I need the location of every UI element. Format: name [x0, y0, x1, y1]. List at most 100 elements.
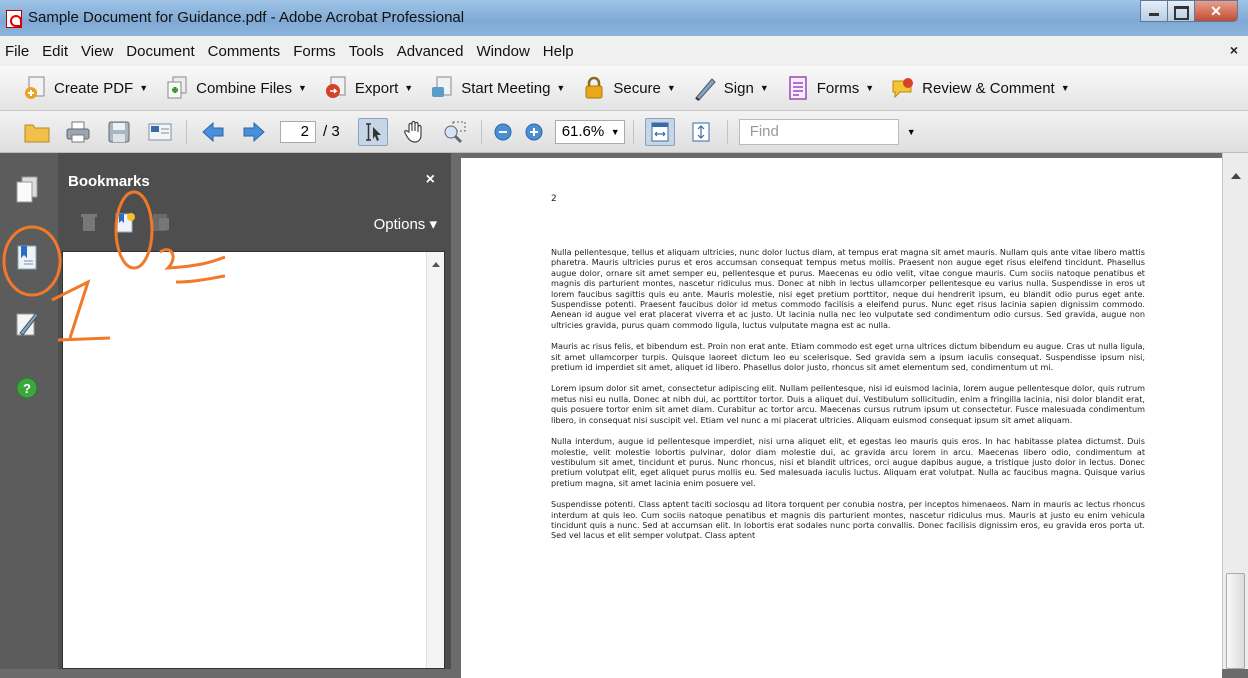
acrobat-app-icon [6, 10, 22, 28]
review-comment-button[interactable]: Review & Comment ▼ [890, 75, 1070, 101]
menu-tools[interactable]: Tools [346, 41, 387, 62]
menu-comments[interactable]: Comments [205, 41, 284, 62]
chevron-down-icon: ▼ [298, 83, 307, 93]
menu-view[interactable]: View [78, 41, 116, 62]
lock-icon [581, 75, 607, 101]
close-window-button[interactable]: ✕ [1194, 0, 1238, 22]
print-icon[interactable] [63, 118, 93, 146]
start-meeting-button[interactable]: Start Meeting ▼ [429, 75, 565, 101]
secure-button[interactable]: Secure ▼ [581, 75, 676, 101]
fit-page-icon[interactable] [686, 118, 716, 146]
chevron-down-icon: ▼ [1060, 83, 1070, 93]
toolbar-separator [632, 119, 634, 144]
document-paragraph: Lorem ipsum dolor sit amet, consectetur … [551, 383, 1145, 425]
menu-window[interactable]: Window [473, 41, 532, 62]
hand-tool-icon[interactable] [399, 118, 429, 146]
bookmarks-toolbar [78, 211, 172, 233]
forms-label: Forms [816, 79, 860, 97]
expand-bookmark-icon[interactable] [150, 211, 172, 233]
chevron-down-icon: ▼ [404, 83, 414, 93]
combine-files-label: Combine Files [196, 79, 292, 97]
chevron-down-icon: ▼ [556, 83, 566, 93]
bookmarks-options-menu[interactable]: Options ▾ [374, 215, 437, 233]
pages-panel-icon[interactable] [14, 175, 42, 205]
chevron-down-icon: ▼ [139, 83, 149, 93]
start-meeting-icon [429, 75, 455, 101]
toolbar-separator [480, 119, 482, 144]
marquee-zoom-icon[interactable] [440, 118, 470, 146]
menu-help[interactable]: Help [540, 41, 577, 62]
review-comment-icon [890, 75, 916, 101]
select-text-tool-icon[interactable] [357, 117, 388, 146]
sign-label: Sign [723, 79, 754, 97]
maximize-button[interactable] [1167, 0, 1195, 22]
page-total-label: / 3 [323, 123, 340, 140]
navigation-pane-rail: ? [0, 153, 58, 669]
close-bookmarks-button[interactable]: × [426, 171, 435, 189]
email-icon[interactable] [145, 118, 175, 146]
pen-icon [692, 75, 718, 101]
document-paragraph: Suspendisse potenti. Class aptent taciti… [551, 499, 1145, 541]
toolbar-separator [186, 119, 187, 144]
bookmarks-panel-icon[interactable] [14, 243, 42, 273]
bookmarks-panel: Bookmarks × Options ▾ [58, 153, 451, 669]
fit-width-icon[interactable] [644, 117, 675, 146]
review-comment-label: Review & Comment [922, 79, 1055, 97]
bookmarks-scrollbar[interactable] [426, 252, 444, 668]
find-input[interactable]: Find [738, 118, 899, 145]
delete-bookmark-icon[interactable] [78, 211, 100, 233]
minimize-button[interactable] [1140, 0, 1168, 22]
tasks-toolbar: Create PDF ▼ Combine Files ▼ Export ▼ St… [0, 66, 1248, 111]
combine-files-button[interactable]: Combine Files ▼ [164, 75, 307, 101]
chevron-down-icon[interactable]: ▼ [907, 127, 916, 137]
menu-file[interactable]: File [2, 41, 32, 62]
export-button[interactable]: Export ▼ [323, 75, 413, 101]
chevron-down-icon: ▼ [610, 126, 620, 137]
combine-files-icon [164, 75, 190, 101]
start-meeting-label: Start Meeting [461, 79, 551, 97]
menu-bar: File Edit View Document Comments Forms T… [0, 36, 1248, 66]
menu-edit[interactable]: Edit [39, 41, 71, 62]
title-bar: Sample Document for Guidance.pdf - Adobe… [0, 0, 1248, 36]
document-paragraph: Mauris ac risus felis, et bibendum est. … [551, 341, 1145, 373]
window-title: Sample Document for Guidance.pdf - Adobe… [28, 9, 465, 26]
document-paragraph: Nulla interdum, augue id pellentesque im… [551, 436, 1145, 488]
zoom-out-icon[interactable] [493, 118, 513, 146]
menu-forms[interactable]: Forms [290, 41, 339, 62]
next-page-icon[interactable] [239, 118, 269, 146]
forms-icon [785, 75, 811, 101]
save-icon[interactable] [104, 118, 134, 146]
forms-button[interactable]: Forms ▼ [785, 75, 874, 101]
acrobat-window: Sample Document for Guidance.pdf - Adobe… [0, 0, 1248, 678]
page-number-input[interactable]: 2 [280, 120, 316, 143]
zoom-level-value: 61.6% [561, 122, 605, 140]
chevron-down-icon: ▼ [865, 83, 875, 93]
secure-label: Secure [613, 79, 661, 97]
create-pdf-button[interactable]: Create PDF ▼ [22, 75, 148, 101]
close-document-button[interactable]: × [1230, 42, 1238, 58]
bookmarks-list[interactable] [62, 251, 445, 669]
open-folder-icon[interactable] [22, 118, 52, 146]
export-label: Export [354, 79, 399, 97]
previous-page-icon[interactable] [198, 118, 228, 146]
svg-text:?: ? [23, 381, 31, 396]
new-bookmark-icon[interactable] [114, 211, 136, 233]
chevron-down-icon: ▼ [666, 83, 676, 93]
signatures-panel-icon[interactable] [14, 309, 42, 339]
create-pdf-icon [22, 75, 48, 101]
bookmarks-title: Bookmarks [68, 173, 150, 190]
sign-button[interactable]: Sign ▼ [692, 75, 769, 101]
scrollbar-thumb[interactable] [1226, 573, 1245, 669]
document-viewport[interactable]: 2 Nulla pellentesque, tellus et aliquam … [451, 153, 1222, 678]
menu-advanced[interactable]: Advanced [394, 41, 467, 62]
document-paragraph: Nulla pellentesque, tellus et aliquam ul… [551, 247, 1145, 330]
export-icon [323, 75, 349, 101]
toolbar-separator [726, 119, 728, 144]
menu-document[interactable]: Document [123, 41, 197, 62]
document-scrollbar[interactable] [1222, 153, 1248, 669]
help-icon[interactable]: ? [14, 373, 42, 403]
page-number-text: 2 [551, 194, 557, 204]
zoom-in-icon[interactable] [524, 118, 544, 146]
zoom-level-dropdown[interactable]: 61.6% ▼ [554, 119, 625, 144]
pdf-page: 2 Nulla pellentesque, tellus et aliquam … [461, 158, 1222, 678]
